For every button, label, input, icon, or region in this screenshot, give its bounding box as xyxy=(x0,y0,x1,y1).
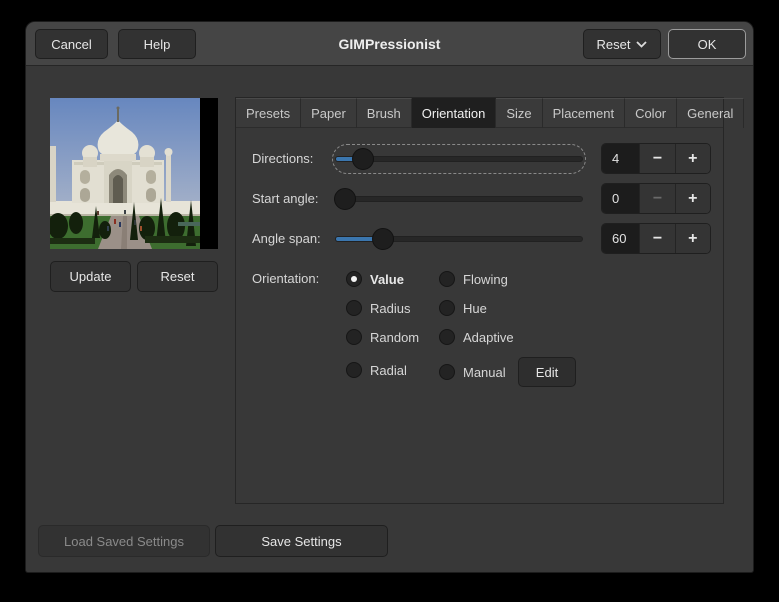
ok-button[interactable]: OK xyxy=(668,29,746,59)
directions-spinbutton: 4 − + xyxy=(601,143,711,174)
radio-adaptive[interactable]: Adaptive xyxy=(439,327,514,347)
tab-presets[interactable]: Presets xyxy=(236,98,302,128)
gimpressionist-dialog: GIMPressionist Cancel Help Reset OK Upda… xyxy=(26,22,753,572)
reset-dropdown-button[interactable]: Reset xyxy=(583,29,661,59)
tab-placement[interactable]: Placement xyxy=(542,98,626,128)
directions-slider[interactable] xyxy=(332,144,586,174)
radio-icon xyxy=(439,300,455,316)
settings-notebook: Presets Paper Brush Orientation Size Pla… xyxy=(235,97,745,504)
radio-icon xyxy=(439,364,455,380)
directions-label: Directions: xyxy=(252,151,314,166)
start-angle-label: Start angle: xyxy=(252,191,319,206)
radio-flowing[interactable]: Flowing xyxy=(439,269,508,289)
reset-preview-button[interactable]: Reset xyxy=(137,261,218,292)
taj-mahal-image xyxy=(48,98,218,249)
slider-thumb[interactable] xyxy=(352,148,374,170)
radio-value[interactable]: Value xyxy=(346,269,404,289)
start-angle-spinbutton: 0 − + xyxy=(601,183,711,214)
radio-radial[interactable]: Radial xyxy=(346,360,407,380)
chevron-down-icon xyxy=(636,40,648,48)
radio-hue[interactable]: Hue xyxy=(439,298,487,318)
plus-icon[interactable]: + xyxy=(674,184,710,213)
tab-brush[interactable]: Brush xyxy=(356,98,412,128)
radio-icon xyxy=(346,271,362,287)
angle-span-slider[interactable] xyxy=(334,226,584,252)
reset-label: Reset xyxy=(596,36,631,52)
tab-paper[interactable]: Paper xyxy=(301,98,357,128)
radio-manual[interactable]: Manual xyxy=(439,362,506,382)
minus-icon[interactable]: − xyxy=(639,224,675,253)
minus-icon[interactable]: − xyxy=(639,144,675,173)
plus-icon[interactable]: + xyxy=(674,144,710,173)
angle-span-label: Angle span: xyxy=(252,231,321,246)
radio-icon xyxy=(439,271,455,287)
radio-icon xyxy=(346,362,362,378)
tab-strip: Presets Paper Brush Orientation Size Pla… xyxy=(236,98,745,128)
update-preview-button[interactable]: Update xyxy=(50,261,131,292)
slider-thumb[interactable] xyxy=(334,188,356,210)
plus-icon[interactable]: + xyxy=(674,224,710,253)
radio-icon xyxy=(439,329,455,345)
load-saved-settings-button[interactable]: Load Saved Settings xyxy=(38,525,210,557)
help-button[interactable]: Help xyxy=(118,29,196,59)
radio-icon xyxy=(346,329,362,345)
radio-random[interactable]: Random xyxy=(346,327,419,347)
preview-image[interactable] xyxy=(48,98,218,249)
directions-value[interactable]: 4 xyxy=(602,144,640,173)
tab-orientation[interactable]: Orientation xyxy=(411,98,497,128)
radio-icon xyxy=(346,300,362,316)
cancel-button[interactable]: Cancel xyxy=(35,29,108,59)
header-bar: GIMPressionist Cancel Help Reset OK xyxy=(26,22,753,66)
start-angle-value[interactable]: 0 xyxy=(602,184,640,213)
tab-general[interactable]: General xyxy=(677,98,745,128)
edit-button[interactable]: Edit xyxy=(518,357,576,387)
radio-radius[interactable]: Radius xyxy=(346,298,410,318)
start-angle-slider[interactable] xyxy=(334,186,584,212)
minus-icon[interactable]: − xyxy=(639,184,675,213)
tab-color[interactable]: Color xyxy=(625,98,678,128)
angle-span-spinbutton: 60 − + xyxy=(601,223,711,254)
save-settings-button[interactable]: Save Settings xyxy=(215,525,388,557)
slider-thumb[interactable] xyxy=(372,228,394,250)
orientation-label: Orientation: xyxy=(252,271,320,286)
angle-span-value[interactable]: 60 xyxy=(602,224,640,253)
tab-size[interactable]: Size xyxy=(496,98,543,128)
